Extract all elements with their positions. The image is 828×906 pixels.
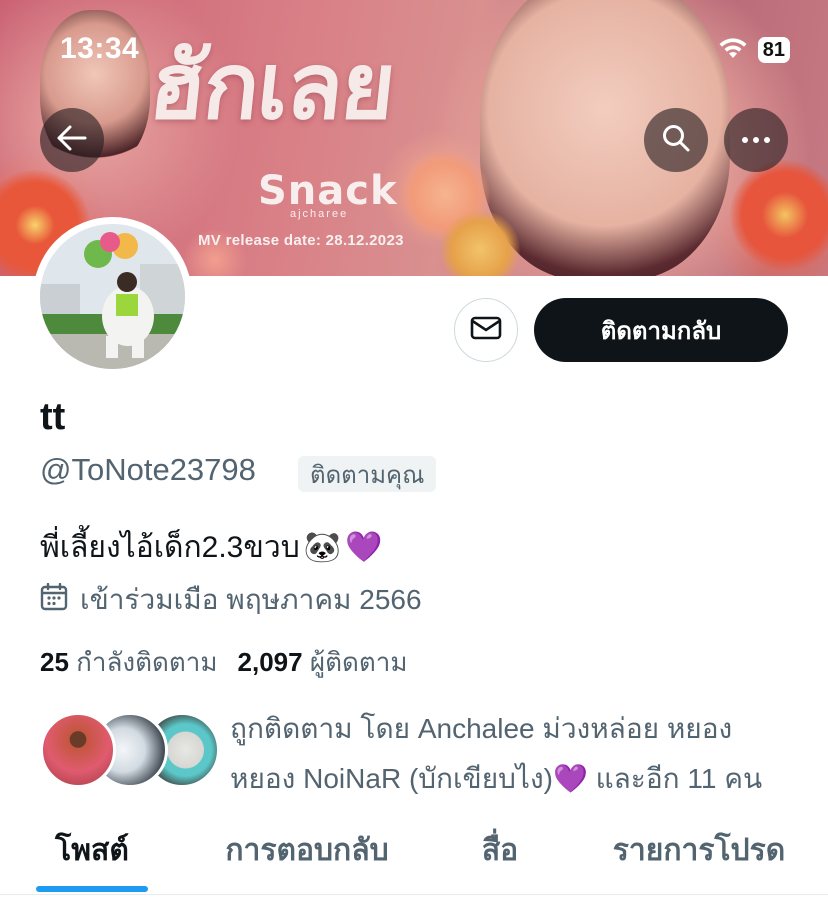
mutual-avatar xyxy=(40,712,116,788)
arrow-left-icon xyxy=(57,125,87,156)
followers-count: 2,097 xyxy=(237,647,303,677)
banner-title: ฮักเลย xyxy=(144,33,400,140)
following-label: กำลังติดตาม xyxy=(76,647,218,677)
status-indicators: 81 xyxy=(716,34,790,65)
bio-text: พี่เลี้ยงไอ้เด็ก2.3ขวบ xyxy=(40,531,300,564)
tab-media[interactable]: สื่อ xyxy=(430,818,570,882)
panda-emoji: 🐼 xyxy=(303,531,342,564)
mutual-text-line-2: หยอง NoiNaR (บักเขียบไง)💜 และอีก 11 คน xyxy=(230,763,763,794)
mutual-avatars xyxy=(40,712,220,792)
active-tab-indicator xyxy=(36,886,148,892)
tab-likes-label: รายการโปรด xyxy=(612,833,786,867)
tab-media-label: สื่อ xyxy=(481,833,519,867)
display-name: tt xyxy=(40,396,66,438)
search-icon xyxy=(661,123,691,158)
bio: พี่เลี้ยงไอ้เด็ก2.3ขวบ 🐼 💜 xyxy=(40,524,382,571)
mutual-text-line-1: ถูกติดตาม โดย Anchalee ม่วงหล่อย หยอง xyxy=(230,713,733,744)
banner-release-date: MV release date: 28.12.2023 xyxy=(198,232,404,249)
message-button[interactable] xyxy=(454,298,518,362)
wifi-icon xyxy=(716,34,750,65)
followers-label: ผู้ติดตาม xyxy=(309,647,408,677)
mutual-followers-text: ถูกติดตาม โดย Anchalee ม่วงหล่อย หยอง หย… xyxy=(230,704,800,804)
tab-posts[interactable]: โพสต์ xyxy=(0,818,184,882)
envelope-icon xyxy=(470,315,502,346)
back-button[interactable] xyxy=(40,108,104,172)
more-dots-icon xyxy=(741,131,771,149)
battery-indicator: 81 xyxy=(757,36,790,63)
tab-replies[interactable]: การตอบกลับ xyxy=(184,818,430,882)
status-time: 13:34 xyxy=(60,32,140,65)
follow-back-button[interactable]: ติดตามกลับ xyxy=(534,298,788,362)
following-count: 25 xyxy=(40,647,69,677)
profile-screen: ฮักเลย Snack ajcharee MV release date: 2… xyxy=(0,0,828,906)
banner-brand-sub: ajcharee xyxy=(290,208,349,220)
join-date: เข้าร่วมเมือ พฤษภาคม 2566 xyxy=(40,578,422,622)
calendar-icon xyxy=(40,582,68,618)
following-link[interactable]: 25 กำลังติดตาม xyxy=(40,642,218,683)
follow-counts: 25 กำลังติดตาม 2,097 ผู้ติดตาม xyxy=(40,642,407,683)
mutual-followers[interactable]: ถูกติดตาม โดย Anchalee ม่วงหล่อย หยอง หย… xyxy=(40,704,800,794)
tabs-divider xyxy=(0,894,828,895)
tab-replies-label: การตอบกลับ xyxy=(225,833,389,867)
tab-posts-label: โพสต์ xyxy=(55,833,129,867)
profile-tabs: โพสต์ การตอบกลับ สื่อ รายการโปรด xyxy=(0,818,828,894)
follows-you-badge: ติดตามคุณ xyxy=(298,456,437,492)
username-handle: @ToNote23798 xyxy=(40,452,256,487)
join-date-text: เข้าร่วมเมือ พฤษภาคม 2566 xyxy=(80,584,422,615)
banner-flower xyxy=(730,160,828,270)
purple-heart-emoji: 💜 xyxy=(345,531,383,564)
more-button[interactable] xyxy=(724,108,788,172)
avatar[interactable] xyxy=(33,217,192,376)
followers-link[interactable]: 2,097 ผู้ติดตาม xyxy=(238,642,408,683)
tab-likes[interactable]: รายการโปรด xyxy=(570,818,828,882)
search-button[interactable] xyxy=(644,108,708,172)
